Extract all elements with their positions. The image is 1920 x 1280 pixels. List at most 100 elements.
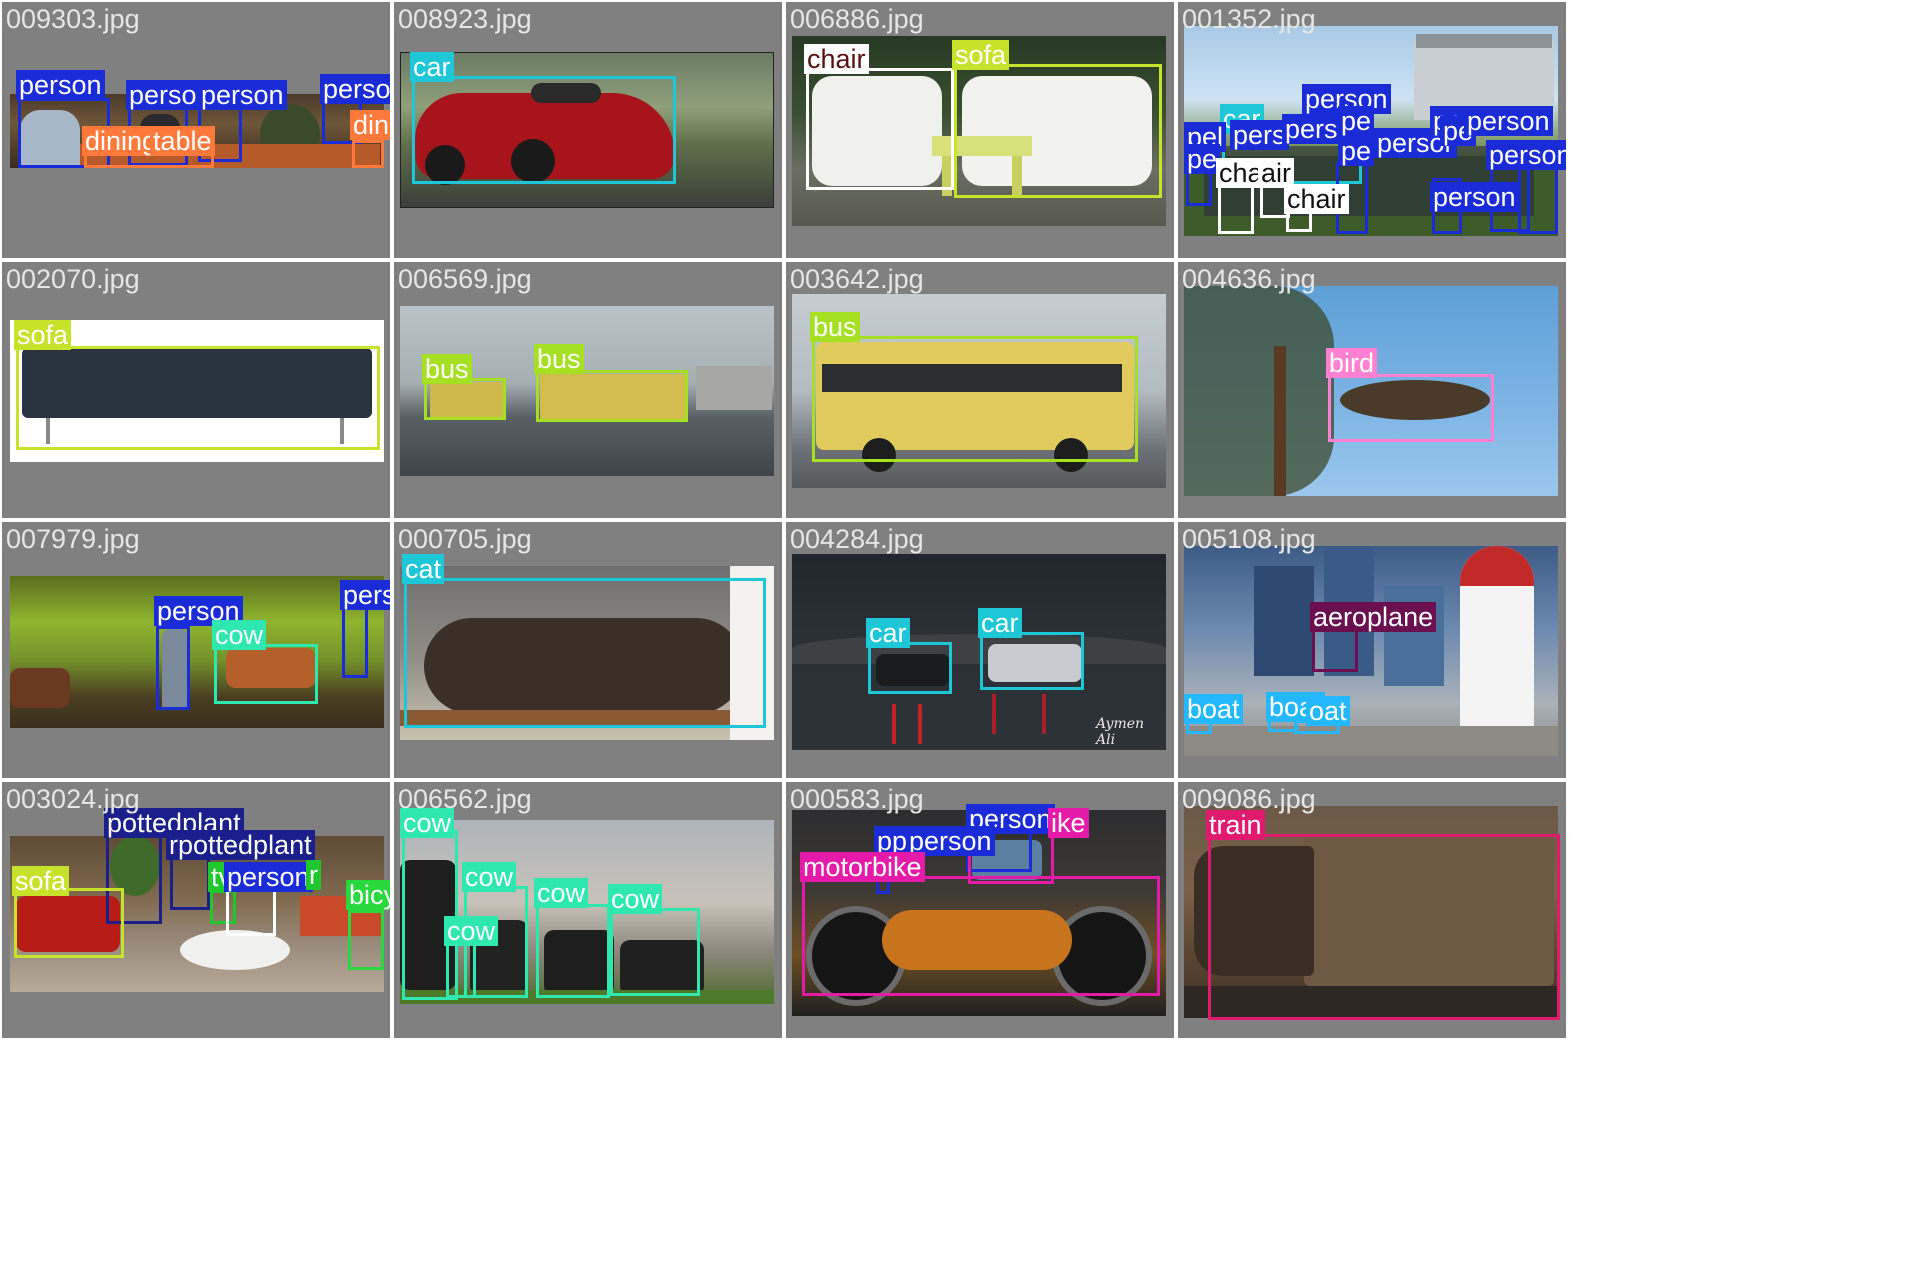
detection-box bbox=[348, 910, 384, 970]
tile-004636: 004636.jpg bird bbox=[1178, 262, 1566, 518]
detection-label: chair bbox=[804, 44, 869, 74]
tile-000583: 000583.jpg person pp person ike motorbik… bbox=[786, 782, 1174, 1038]
tile-filename: 005108.jpg bbox=[1182, 524, 1316, 554]
detection-label: bus bbox=[422, 354, 472, 384]
detection-label: chair bbox=[1284, 184, 1349, 214]
detection-results-grid: 009303.jpg person persor person person d… bbox=[0, 0, 1920, 1280]
detection-label: pe bbox=[1338, 136, 1375, 166]
detection-label: boat bbox=[1184, 694, 1243, 724]
tile-filename: 006562.jpg bbox=[398, 784, 532, 814]
tile-filename: 001352.jpg bbox=[1182, 4, 1316, 34]
detection-box bbox=[610, 908, 700, 996]
detection-label: car bbox=[866, 618, 910, 648]
detection-label: bicycle bbox=[346, 880, 390, 910]
detection-box bbox=[226, 886, 276, 936]
detection-label: r bbox=[306, 860, 321, 890]
detection-label: person bbox=[340, 580, 390, 610]
detection-label: sofa bbox=[952, 40, 1010, 70]
detection-label: oat bbox=[1306, 696, 1350, 726]
detection-label: diningtable bbox=[350, 110, 390, 140]
detection-label: bird bbox=[1326, 348, 1378, 378]
watermark-text: Aymen Ali bbox=[1096, 716, 1145, 748]
detection-label: pers bbox=[1230, 120, 1289, 150]
detection-label: cow bbox=[462, 862, 517, 892]
detection-box bbox=[806, 68, 954, 190]
tile-filename: 000583.jpg bbox=[790, 784, 924, 814]
tile-008923: 008923.jpg car bbox=[394, 2, 782, 258]
detection-box bbox=[1328, 374, 1494, 442]
detection-label: pe bbox=[1184, 144, 1221, 174]
tile-009086: ​ 009086.jpg train bbox=[1178, 782, 1566, 1038]
tile-filename: 002070.jpg bbox=[6, 264, 140, 294]
detection-box bbox=[412, 76, 676, 184]
detection-label: cow bbox=[608, 884, 663, 914]
detection-box bbox=[214, 644, 318, 704]
detection-box bbox=[156, 626, 190, 710]
detection-box bbox=[1208, 834, 1560, 1020]
detection-label: person bbox=[1430, 182, 1519, 212]
detection-box bbox=[352, 140, 384, 168]
detection-box bbox=[170, 854, 210, 910]
tile-filename: 009086.jpg bbox=[1182, 784, 1316, 814]
detection-label: person bbox=[1464, 106, 1553, 136]
detection-label: pe bbox=[1338, 106, 1375, 136]
detection-label: person bbox=[1486, 140, 1566, 170]
detection-label: cat bbox=[402, 554, 445, 584]
tile-006562: 006562.jpg cow cow cow cow cow bbox=[394, 782, 782, 1038]
detection-label: dining bbox=[82, 126, 161, 156]
detection-label: table bbox=[150, 126, 215, 156]
tile-filename: 006569.jpg bbox=[398, 264, 532, 294]
tile-001352: 001352.jpg person car pel pers perso pe … bbox=[1178, 2, 1566, 258]
detection-box bbox=[342, 606, 368, 678]
tile-003024: 003024.jpg pottedplant rpottedplant sofa… bbox=[2, 782, 390, 1038]
tile-filename: 004636.jpg bbox=[1182, 264, 1316, 294]
tile-filename: 003024.jpg bbox=[6, 784, 140, 814]
detection-label: sofa bbox=[12, 866, 70, 896]
detection-label: cow bbox=[534, 878, 589, 908]
detection-box bbox=[812, 336, 1138, 462]
detection-label: car bbox=[978, 608, 1022, 638]
tile-filename: 003642.jpg bbox=[790, 264, 924, 294]
detection-label: sofa bbox=[14, 320, 72, 350]
detection-box bbox=[1218, 180, 1254, 234]
detection-label: bus bbox=[810, 312, 860, 342]
tile-filename: 007979.jpg bbox=[6, 524, 140, 554]
detection-box bbox=[954, 64, 1162, 198]
detection-box bbox=[424, 378, 506, 420]
detection-label: ike bbox=[1048, 808, 1089, 838]
tile-photo bbox=[1184, 546, 1558, 756]
detection-box bbox=[536, 904, 610, 998]
detection-label: person bbox=[16, 70, 105, 100]
tile-filename: 000705.jpg bbox=[398, 524, 532, 554]
detection-box bbox=[1312, 628, 1358, 672]
tile-photo: Aymen Ali bbox=[792, 554, 1166, 750]
detection-box bbox=[446, 940, 476, 998]
detection-label: motorbike bbox=[800, 852, 925, 882]
detection-box bbox=[802, 876, 1160, 996]
tile-007979: 007979.jpg person cow person bbox=[2, 522, 390, 778]
detection-box bbox=[980, 632, 1084, 690]
tile-002070: 002070.jpg sofa bbox=[2, 262, 390, 518]
detection-label: rpottedplant bbox=[166, 830, 315, 860]
detection-label: cow bbox=[444, 916, 499, 946]
detection-label: person bbox=[320, 74, 390, 104]
detection-label: train bbox=[1206, 810, 1265, 840]
detection-box bbox=[536, 370, 688, 422]
tile-filename: 009303.jpg bbox=[6, 4, 140, 34]
tile-filename: 006886.jpg bbox=[790, 4, 924, 34]
tile-003642: 003642.jpg bus bbox=[786, 262, 1174, 518]
detection-box bbox=[16, 346, 380, 450]
detection-box bbox=[868, 642, 952, 694]
tile-005108: 005108.jpg aeroplane boat boat oat bbox=[1178, 522, 1566, 778]
detection-label: person bbox=[224, 862, 313, 892]
detection-label: person bbox=[198, 80, 287, 110]
detection-label: cow bbox=[212, 620, 267, 650]
tile-filename: 008923.jpg bbox=[398, 4, 532, 34]
tile-009303: 009303.jpg person persor person person d… bbox=[2, 2, 390, 258]
tile-filename: 004284.jpg bbox=[790, 524, 924, 554]
detection-box bbox=[404, 578, 766, 728]
detection-label: bus bbox=[534, 344, 584, 374]
tile-000705: 000705.jpg cat bbox=[394, 522, 782, 778]
detection-label: persor bbox=[126, 80, 209, 110]
tile-006569: 006569.jpg bus bus bbox=[394, 262, 782, 518]
